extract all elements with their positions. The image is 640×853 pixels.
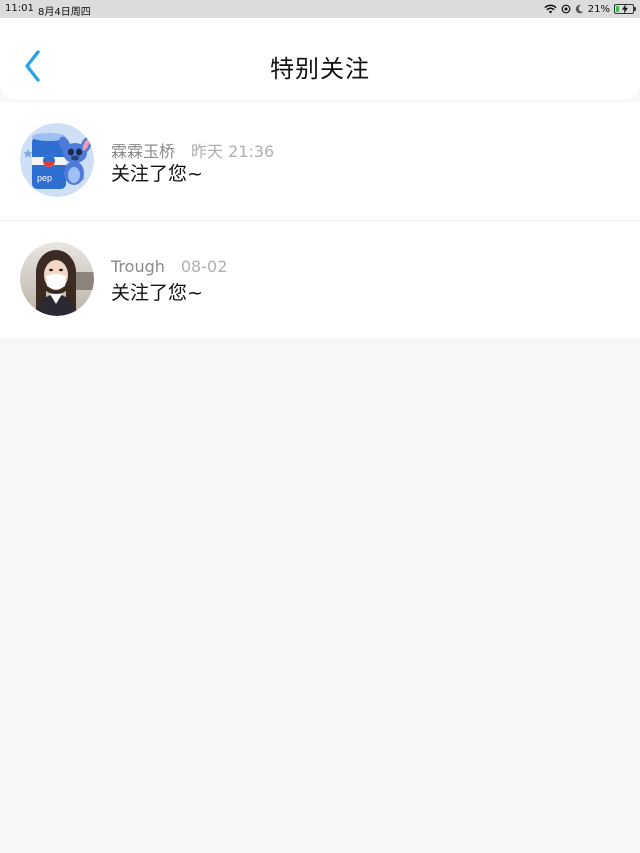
follow-time: 08-02 — [180, 257, 228, 276]
charging-icon — [622, 4, 628, 14]
status-time: 11:01 — [5, 3, 34, 14]
header: 特别关注 — [0, 18, 640, 100]
status-bar: 11:01 8月4日周四 21% — [0, 0, 640, 18]
wifi-icon — [544, 4, 557, 14]
list-item[interactable]: pep 霖霖玉桥 昨天 21:36 关注了您~ — [0, 102, 640, 221]
avatar[interactable] — [20, 242, 94, 316]
svg-text:pep: pep — [37, 173, 52, 183]
battery-cap — [634, 7, 636, 11]
battery-icon — [614, 4, 636, 14]
status-date: 8月4日周四 — [38, 7, 91, 18]
name-row: Trough 08-02 — [111, 257, 227, 276]
follow-message: 关注了您~ — [111, 282, 203, 304]
follow-notification-list: pep 霖霖玉桥 昨天 21:36 关注了您~ Trough 08-02 关注了… — [0, 102, 640, 338]
page-title: 特别关注 — [270, 55, 370, 83]
battery-level-fill — [616, 6, 619, 12]
user-name[interactable]: Trough — [111, 257, 165, 276]
status-indicators: 21% — [544, 2, 636, 16]
list-item[interactable]: Trough 08-02 关注了您~ — [0, 221, 640, 338]
follow-time: 昨天 21:36 — [191, 142, 275, 161]
location-icon — [561, 4, 571, 14]
avatar[interactable]: pep — [20, 123, 94, 197]
battery-percent: 21% — [587, 3, 610, 15]
moon-icon — [575, 4, 584, 14]
special-follow-screen: 11:01 8月4日周四 21% 特别关注 pep 霖霖玉桥 昨天 21:36 … — [0, 0, 640, 853]
follow-message: 关注了您~ — [111, 163, 203, 185]
